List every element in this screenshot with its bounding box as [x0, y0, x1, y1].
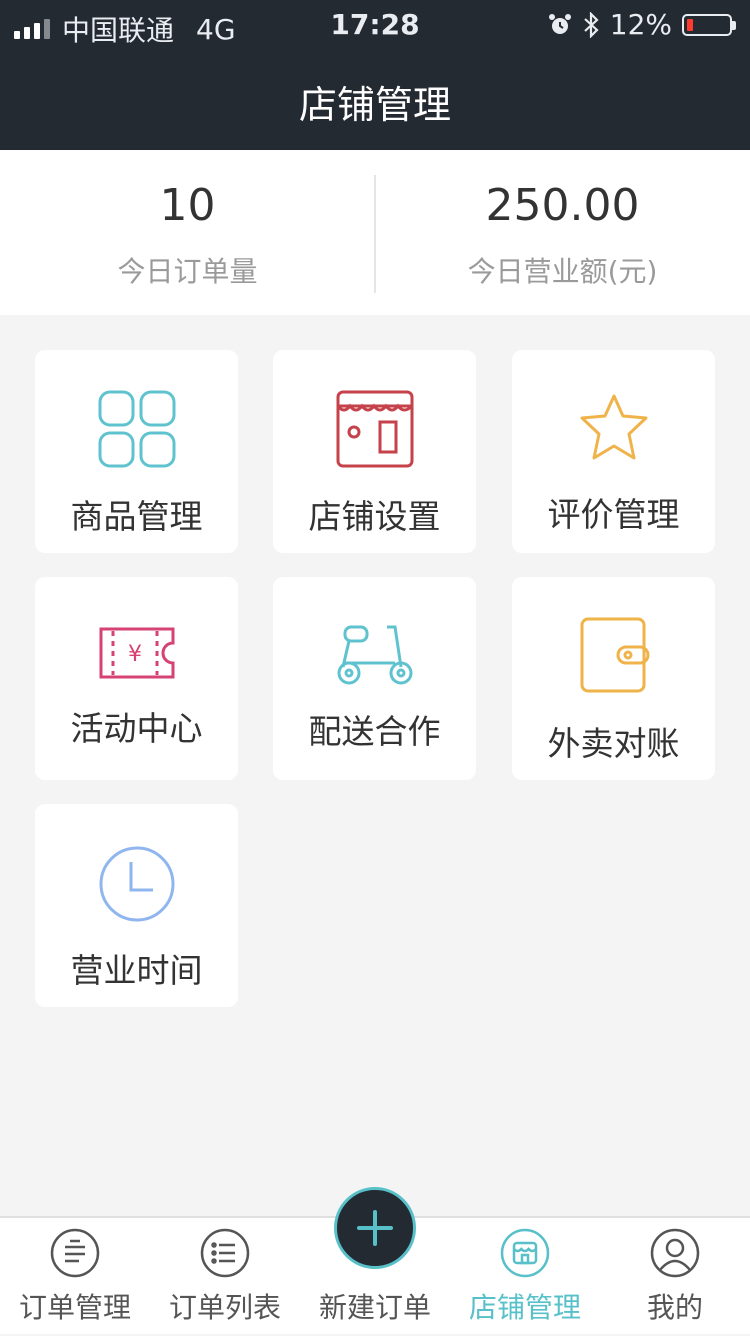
- status-right: 12%: [548, 8, 736, 41]
- status-bar: 中国联通 4G 17:28 12%: [0, 0, 750, 52]
- tab-label: 我的: [646, 1291, 703, 1324]
- card-delivery-partner[interactable]: 配送合作: [273, 577, 476, 780]
- nav-bar: 店铺管理: [0, 52, 750, 150]
- battery-percent: 12%: [609, 8, 672, 41]
- page-title: 店铺管理: [298, 82, 451, 127]
- card-label: 外卖对账: [547, 724, 680, 763]
- svg-text:¥: ¥: [128, 642, 142, 667]
- star-icon: [580, 394, 647, 460]
- tab-store-management[interactable]: 店铺管理: [450, 1218, 600, 1336]
- coupon-icon: ¥: [99, 627, 174, 679]
- card-label: 配送合作: [308, 712, 441, 751]
- chat-bubble-icon: [50, 1228, 100, 1278]
- scooter-icon: [337, 625, 412, 685]
- card-business-hours[interactable]: 营业时间: [35, 804, 238, 1007]
- card-takeout-reconciliation[interactable]: 外卖对账: [512, 577, 715, 780]
- stat-revenue-value: 250.00: [485, 180, 640, 231]
- tab-label: 店铺管理: [468, 1291, 581, 1324]
- card-label: 营业时间: [70, 951, 203, 990]
- card-activity-center[interactable]: ¥ 活动中心: [35, 577, 238, 780]
- tab-mine[interactable]: 我的: [600, 1218, 750, 1336]
- tab-label: 订单列表: [168, 1291, 281, 1324]
- stat-revenue: 250.00 今日营业额(元): [375, 150, 750, 315]
- card-product-management[interactable]: 商品管理: [35, 350, 238, 553]
- grid-squares-icon: [98, 390, 175, 468]
- user-icon: [650, 1228, 700, 1278]
- card-store-settings[interactable]: 店铺设置: [273, 350, 476, 553]
- stat-revenue-label: 今日营业额(元): [467, 255, 658, 288]
- bluetooth-icon: [584, 11, 599, 38]
- storefront-icon: [336, 390, 413, 468]
- card-label: 活动中心: [70, 709, 203, 748]
- shop-icon: [500, 1228, 550, 1278]
- tab-order-list[interactable]: 订单列表: [150, 1218, 300, 1336]
- card-review-management[interactable]: 评价管理: [512, 350, 715, 553]
- plus-icon: [357, 1210, 393, 1246]
- tab-order-management[interactable]: 订单管理: [0, 1218, 150, 1336]
- alarm-icon: [548, 13, 571, 34]
- card-label: 店铺设置: [308, 497, 441, 536]
- list-icon: [200, 1228, 250, 1278]
- stat-orders-label: 今日订单量: [117, 255, 258, 288]
- wallet-icon: [580, 617, 649, 693]
- battery-icon: [682, 13, 736, 36]
- card-label: 评价管理: [547, 495, 680, 534]
- clock-icon: [99, 846, 174, 922]
- new-order-button[interactable]: [334, 1187, 416, 1269]
- stat-orders: 10 今日订单量: [0, 150, 375, 315]
- tab-label: 订单管理: [18, 1291, 131, 1324]
- tab-label: 新建订单: [318, 1291, 431, 1324]
- stat-orders-value: 10: [159, 180, 216, 231]
- card-label: 商品管理: [70, 497, 203, 536]
- stats-divider: [374, 175, 376, 293]
